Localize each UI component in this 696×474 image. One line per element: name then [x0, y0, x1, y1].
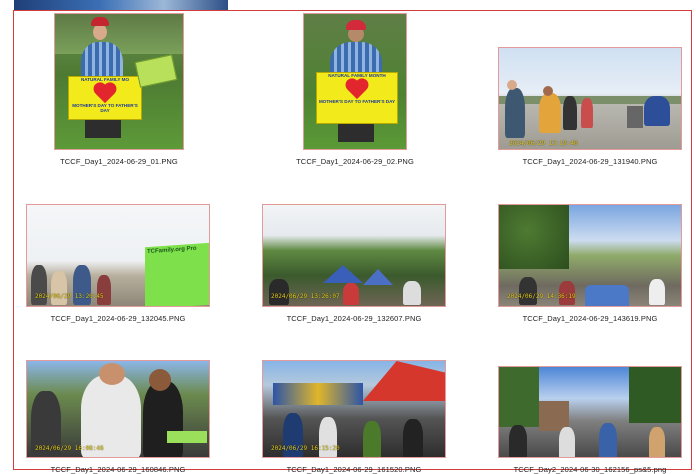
file-name[interactable]: TCCF_Day1_2024-06-29_143619.PNG: [523, 314, 658, 323]
file-name[interactable]: TCCF_Day1_2024-06-29_132607.PNG: [287, 314, 422, 323]
image-thumbnail[interactable]: 2024/06/29 14:36:19: [498, 204, 682, 307]
image-thumbnail[interactable]: 2024/06/29 16:08:46: [26, 360, 210, 458]
timestamp-overlay: 2024/06/29 13:19:40: [509, 140, 578, 147]
file-name[interactable]: TCCF_Day1_2024-06-29_160846.PNG: [51, 465, 186, 474]
timestamp-overlay: 2024/06/29 13:26:07: [271, 293, 340, 300]
image-thumbnail[interactable]: 2024/06/29 16:15:20: [262, 360, 446, 458]
file-item[interactable]: TCCF_Day2_2024-06-30_162156_ps&5.png: [498, 366, 682, 474]
file-name[interactable]: TCCF_Day1_2024-06-29_01.PNG: [60, 157, 178, 166]
image-thumbnail[interactable]: NATURAL FAMILY MO MOTHER'S DAY TO FATHER…: [54, 13, 184, 150]
file-item[interactable]: 2024/06/29 13:19:40 TCCF_Day1_2024-06-29…: [498, 47, 682, 166]
banner: TCFamily.org Pro: [145, 242, 209, 306]
image-thumbnail[interactable]: 2024/06/29 13:26:07: [262, 204, 446, 307]
file-item[interactable]: NATURAL FAMILY MONTH MOTHER'S DAY TO FAT…: [296, 13, 414, 166]
sign: NATURAL FAMILY MONTH MOTHER'S DAY TO FAT…: [316, 72, 398, 124]
image-thumbnail[interactable]: NATURAL FAMILY MONTH MOTHER'S DAY TO FAT…: [303, 13, 407, 150]
sign: NATURAL FAMILY MO MOTHER'S DAY TO FATHER…: [68, 76, 142, 120]
file-item[interactable]: 2024/06/29 13:26:07 TCCF_Day1_2024-06-29…: [262, 204, 446, 323]
image-thumbnail[interactable]: 2024/06/29 13:19:40: [498, 47, 682, 150]
partial-thumbnail-top[interactable]: [14, 0, 228, 10]
file-name[interactable]: TCCF_Day1_2024-06-29_161520.PNG: [287, 465, 422, 474]
timestamp-overlay: 2024/06/29 16:08:46: [35, 445, 104, 452]
file-item[interactable]: 2024/06/29 14:36:19 TCCF_Day1_2024-06-29…: [498, 204, 682, 323]
image-thumbnail[interactable]: [498, 366, 682, 458]
file-item[interactable]: 2024/06/29 16:08:46 TCCF_Day1_2024-06-29…: [26, 360, 210, 474]
file-name[interactable]: TCCF_Day1_2024-06-29_132045.PNG: [51, 314, 186, 323]
timestamp-overlay: 2024/06/29 13:20:45: [35, 293, 104, 300]
file-name[interactable]: TCCF_Day2_2024-06-30_162156_ps&5.png: [514, 465, 667, 474]
file-item[interactable]: 2024/06/29 16:15:20 TCCF_Day1_2024-06-29…: [262, 360, 446, 474]
timestamp-overlay: 2024/06/29 16:15:20: [271, 445, 340, 452]
image-thumbnail[interactable]: TCFamily.org Pro 2024/06/29 13:20:45: [26, 204, 210, 307]
file-name[interactable]: TCCF_Day1_2024-06-29_131940.PNG: [523, 157, 658, 166]
file-name[interactable]: TCCF_Day1_2024-06-29_02.PNG: [296, 157, 414, 166]
timestamp-overlay: 2024/06/29 14:36:19: [507, 293, 576, 300]
file-item[interactable]: TCFamily.org Pro 2024/06/29 13:20:45 TCC…: [26, 204, 210, 323]
heart-icon: [344, 79, 370, 99]
heart-icon: [92, 83, 118, 103]
file-item[interactable]: NATURAL FAMILY MO MOTHER'S DAY TO FATHER…: [54, 13, 184, 166]
